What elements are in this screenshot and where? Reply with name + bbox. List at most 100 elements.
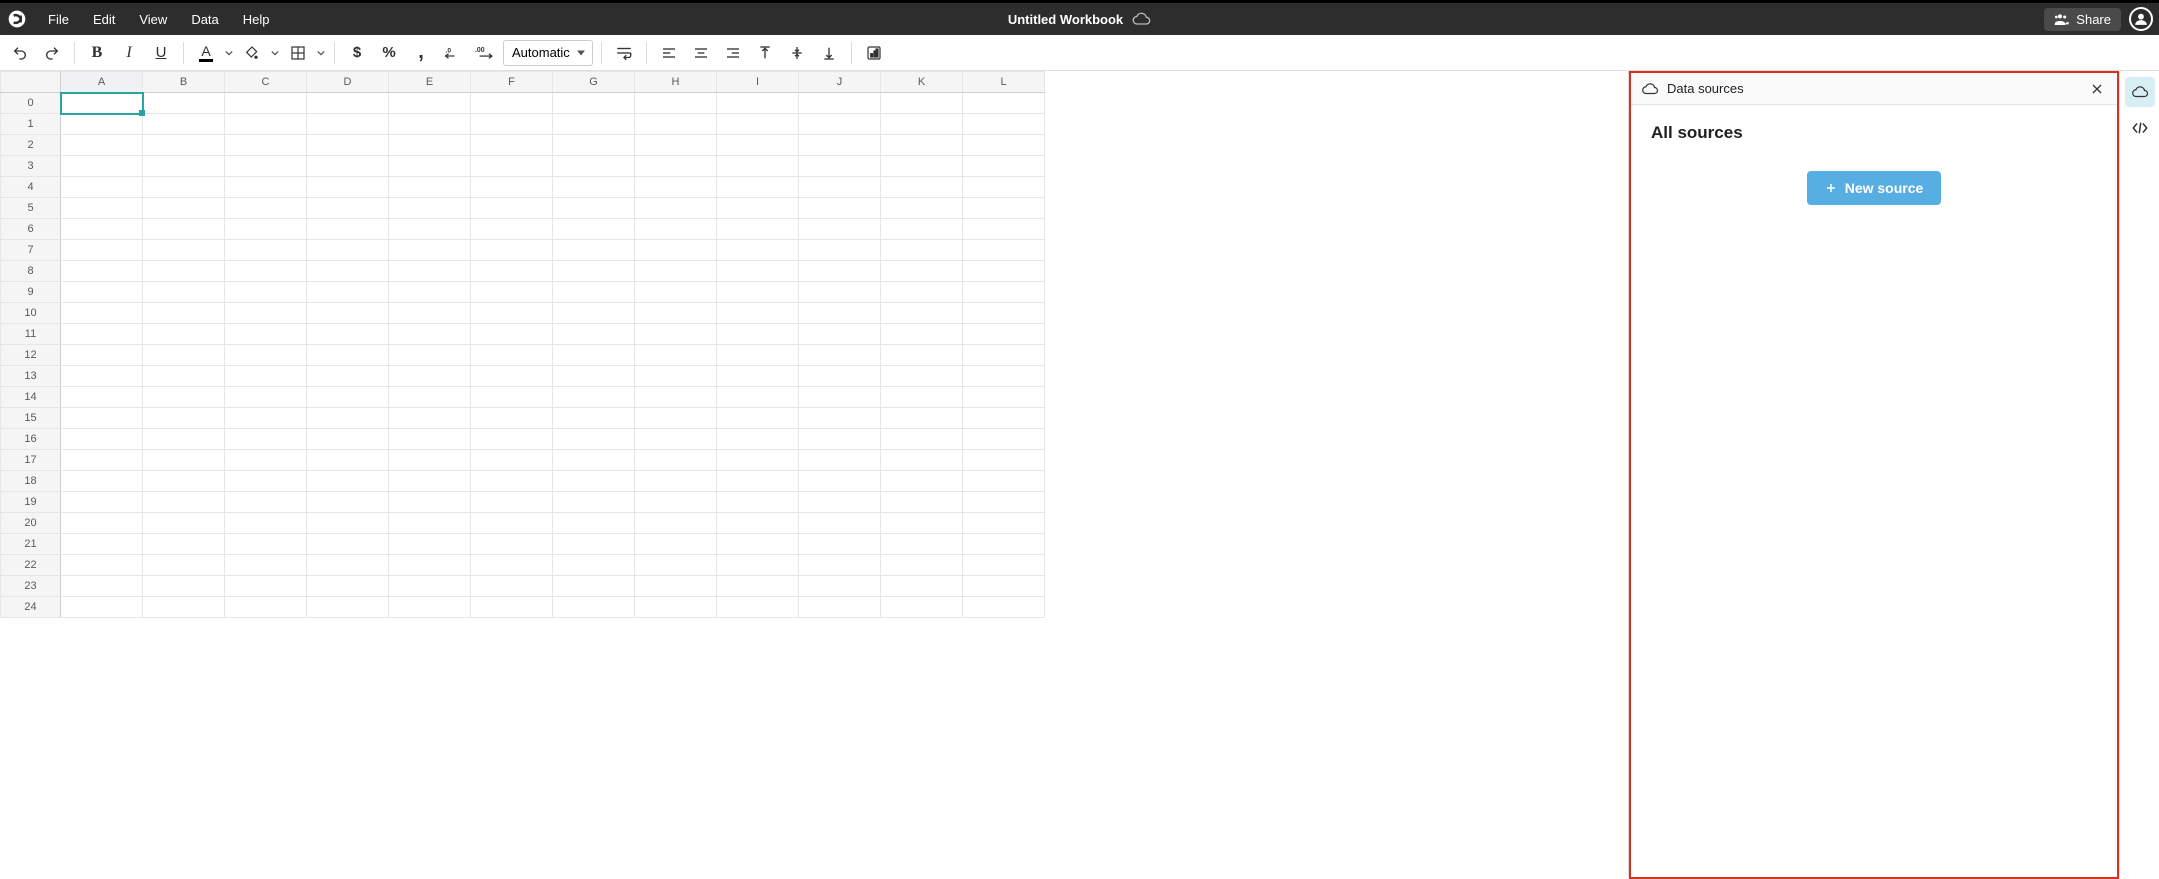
cell[interactable] xyxy=(143,492,225,513)
cell[interactable] xyxy=(635,387,717,408)
cell[interactable] xyxy=(61,261,143,282)
cell[interactable] xyxy=(635,513,717,534)
row-header[interactable]: 7 xyxy=(1,240,61,261)
cell[interactable] xyxy=(963,450,1045,471)
cell[interactable] xyxy=(471,135,553,156)
row-header[interactable]: 23 xyxy=(1,576,61,597)
cell[interactable] xyxy=(717,429,799,450)
cell[interactable] xyxy=(143,303,225,324)
cell[interactable] xyxy=(143,177,225,198)
cell[interactable] xyxy=(225,93,307,114)
cell[interactable] xyxy=(635,576,717,597)
comma-button[interactable]: , xyxy=(407,39,435,67)
cell[interactable] xyxy=(881,366,963,387)
cloud-sync-icon[interactable] xyxy=(1131,11,1151,27)
cell[interactable] xyxy=(225,387,307,408)
cell[interactable] xyxy=(881,492,963,513)
cell[interactable] xyxy=(225,429,307,450)
cell[interactable] xyxy=(389,303,471,324)
fill-color-chevron-icon[interactable] xyxy=(270,39,280,67)
new-source-button[interactable]: New source xyxy=(1807,171,1942,205)
cell[interactable] xyxy=(143,219,225,240)
cell[interactable] xyxy=(881,324,963,345)
cell[interactable] xyxy=(717,114,799,135)
align-bottom-button[interactable] xyxy=(815,39,843,67)
cell[interactable] xyxy=(553,555,635,576)
column-header[interactable]: A xyxy=(61,72,143,93)
cell[interactable] xyxy=(963,177,1045,198)
spreadsheet[interactable]: ABCDEFGHIJKL0123456789101112131415161718… xyxy=(0,71,1629,879)
cell[interactable] xyxy=(225,576,307,597)
increase-decimal-button[interactable]: .00 xyxy=(471,39,499,67)
text-color-chevron-icon[interactable] xyxy=(224,39,234,67)
cell[interactable] xyxy=(225,303,307,324)
cell[interactable] xyxy=(471,282,553,303)
menu-help[interactable]: Help xyxy=(233,8,280,31)
cell[interactable] xyxy=(963,471,1045,492)
cell[interactable] xyxy=(61,450,143,471)
cell[interactable] xyxy=(799,177,881,198)
cell[interactable] xyxy=(717,576,799,597)
cell[interactable] xyxy=(553,534,635,555)
cell[interactable] xyxy=(799,408,881,429)
cell[interactable] xyxy=(307,597,389,618)
cell[interactable] xyxy=(963,597,1045,618)
cell[interactable] xyxy=(717,135,799,156)
cell[interactable] xyxy=(61,198,143,219)
column-header[interactable]: F xyxy=(471,72,553,93)
cell[interactable] xyxy=(61,366,143,387)
workbook-title[interactable]: Untitled Workbook xyxy=(1008,12,1123,27)
cell[interactable] xyxy=(225,198,307,219)
cell[interactable] xyxy=(389,345,471,366)
cell[interactable] xyxy=(799,219,881,240)
menu-view[interactable]: View xyxy=(129,8,177,31)
cell[interactable] xyxy=(471,555,553,576)
cell[interactable] xyxy=(881,219,963,240)
italic-button[interactable]: I xyxy=(115,39,143,67)
select-all-corner[interactable] xyxy=(1,72,61,93)
cell[interactable] xyxy=(881,261,963,282)
cell[interactable] xyxy=(61,408,143,429)
cell[interactable] xyxy=(307,513,389,534)
cell[interactable] xyxy=(881,597,963,618)
cell[interactable] xyxy=(225,450,307,471)
column-header[interactable]: E xyxy=(389,72,471,93)
cell[interactable] xyxy=(143,366,225,387)
cell[interactable] xyxy=(553,471,635,492)
cell[interactable] xyxy=(471,93,553,114)
cell[interactable] xyxy=(471,219,553,240)
column-header[interactable]: L xyxy=(963,72,1045,93)
column-header[interactable]: K xyxy=(881,72,963,93)
rail-data-sources-button[interactable] xyxy=(2125,77,2155,107)
cell[interactable] xyxy=(225,534,307,555)
row-header[interactable]: 13 xyxy=(1,366,61,387)
cell[interactable] xyxy=(389,261,471,282)
cell[interactable] xyxy=(389,534,471,555)
cell[interactable] xyxy=(307,177,389,198)
cell[interactable] xyxy=(963,513,1045,534)
cell[interactable] xyxy=(143,387,225,408)
cell[interactable] xyxy=(635,345,717,366)
cell[interactable] xyxy=(717,471,799,492)
cell[interactable] xyxy=(307,93,389,114)
row-header[interactable]: 11 xyxy=(1,324,61,345)
cell[interactable] xyxy=(307,324,389,345)
cell[interactable] xyxy=(307,429,389,450)
cell[interactable] xyxy=(799,135,881,156)
cell[interactable] xyxy=(389,135,471,156)
cell[interactable] xyxy=(881,282,963,303)
cell[interactable] xyxy=(635,492,717,513)
cell[interactable] xyxy=(881,387,963,408)
row-header[interactable]: 2 xyxy=(1,135,61,156)
cell[interactable] xyxy=(307,366,389,387)
cell[interactable] xyxy=(307,534,389,555)
cell[interactable] xyxy=(143,450,225,471)
cell[interactable] xyxy=(307,555,389,576)
cell[interactable] xyxy=(963,156,1045,177)
cell[interactable] xyxy=(635,429,717,450)
cell[interactable] xyxy=(799,387,881,408)
cell[interactable] xyxy=(553,324,635,345)
align-left-button[interactable] xyxy=(655,39,683,67)
cell[interactable] xyxy=(61,471,143,492)
cell[interactable] xyxy=(635,93,717,114)
